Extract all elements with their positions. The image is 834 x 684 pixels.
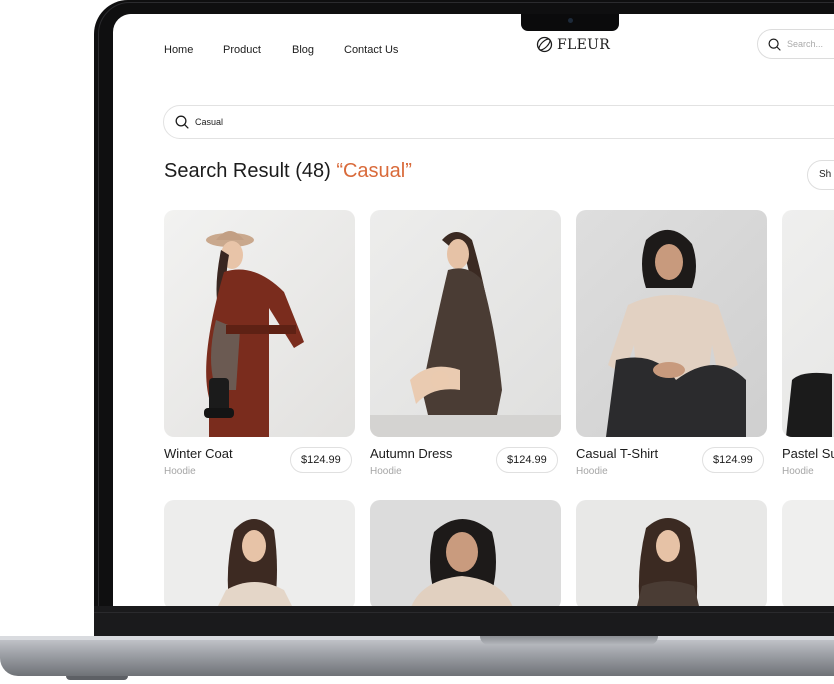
product-image[interactable] <box>782 500 834 606</box>
product-card[interactable] <box>782 500 834 606</box>
result-query: “Casual” <box>336 160 412 182</box>
product-image[interactable] <box>576 210 767 437</box>
product-card[interactable] <box>370 500 561 606</box>
product-price-button[interactable]: $124.99 <box>496 447 558 473</box>
header-search[interactable] <box>757 29 834 59</box>
product-image[interactable] <box>370 500 561 606</box>
logo-mark-icon <box>536 36 553 53</box>
laptop-mockup: Home Product Blog Contact Us FLEUR Searc… <box>0 0 834 684</box>
product-card[interactable] <box>164 500 355 606</box>
nav-product-link[interactable]: Product <box>223 44 261 56</box>
product-image[interactable] <box>370 210 561 437</box>
product-photo-knit <box>411 519 513 606</box>
product-image[interactable] <box>164 210 355 437</box>
brand-logo[interactable]: FLEUR <box>536 36 610 53</box>
product-name: Autumn Dress <box>370 446 453 461</box>
product-photo-coat <box>204 231 304 437</box>
laptop-chin-line <box>94 612 834 613</box>
laptop-chin <box>94 606 834 636</box>
laptop-base <box>0 636 834 676</box>
product-card[interactable]: Casual T-Shirt Hoodie $124.99 <box>576 210 767 477</box>
search-icon <box>175 115 189 129</box>
camera-icon <box>568 18 573 23</box>
header-search-input[interactable] <box>787 39 834 49</box>
result-label: Search Result <box>164 160 290 182</box>
product-category: Hoodie <box>164 466 196 477</box>
product-card[interactable] <box>576 500 767 606</box>
laptop-foot <box>66 676 128 680</box>
product-card[interactable]: Winter Coat Hoodie $124.99 <box>164 210 355 477</box>
product-photo-pastel <box>786 372 832 437</box>
product-image[interactable] <box>164 500 355 606</box>
product-price-button[interactable]: $124.99 <box>702 447 764 473</box>
main-search-input[interactable] <box>195 117 695 127</box>
product-image[interactable] <box>576 500 767 606</box>
product-price-button[interactable]: $124.99 <box>290 447 352 473</box>
brand-name: FLEUR <box>557 36 611 53</box>
product-card[interactable]: Pastel Su Hoodie <box>782 210 834 477</box>
product-photo-print <box>637 518 699 606</box>
show-filter-button[interactable]: Sh <box>807 160 834 190</box>
product-category: Hoodie <box>370 466 402 477</box>
product-image[interactable] <box>782 210 834 437</box>
nav-contact-link[interactable]: Contact Us <box>344 44 398 56</box>
product-category: Hoodie <box>782 466 814 477</box>
product-category: Hoodie <box>576 466 608 477</box>
laptop-trackpad-notch <box>480 636 658 645</box>
search-icon <box>768 37 781 51</box>
result-count: (48) <box>295 160 331 182</box>
laptop-base-highlight <box>0 636 834 640</box>
product-photo-tshirt <box>606 229 746 437</box>
product-name: Casual T-Shirt <box>576 446 659 461</box>
search-result-heading: Search Result (48) “Casual” <box>164 160 412 183</box>
product-photo-blazer <box>218 519 292 606</box>
nav-blog-link[interactable]: Blog <box>292 44 314 56</box>
product-name: Winter Coat <box>164 446 233 461</box>
nav-home-link[interactable]: Home <box>164 44 193 56</box>
product-photo-dress <box>370 232 561 437</box>
product-card[interactable]: Autumn Dress Hoodie $124.99 <box>370 210 561 477</box>
product-name: Pastel Su <box>782 446 834 461</box>
main-search[interactable] <box>163 105 834 139</box>
screen: Home Product Blog Contact Us FLEUR Searc… <box>113 14 834 606</box>
